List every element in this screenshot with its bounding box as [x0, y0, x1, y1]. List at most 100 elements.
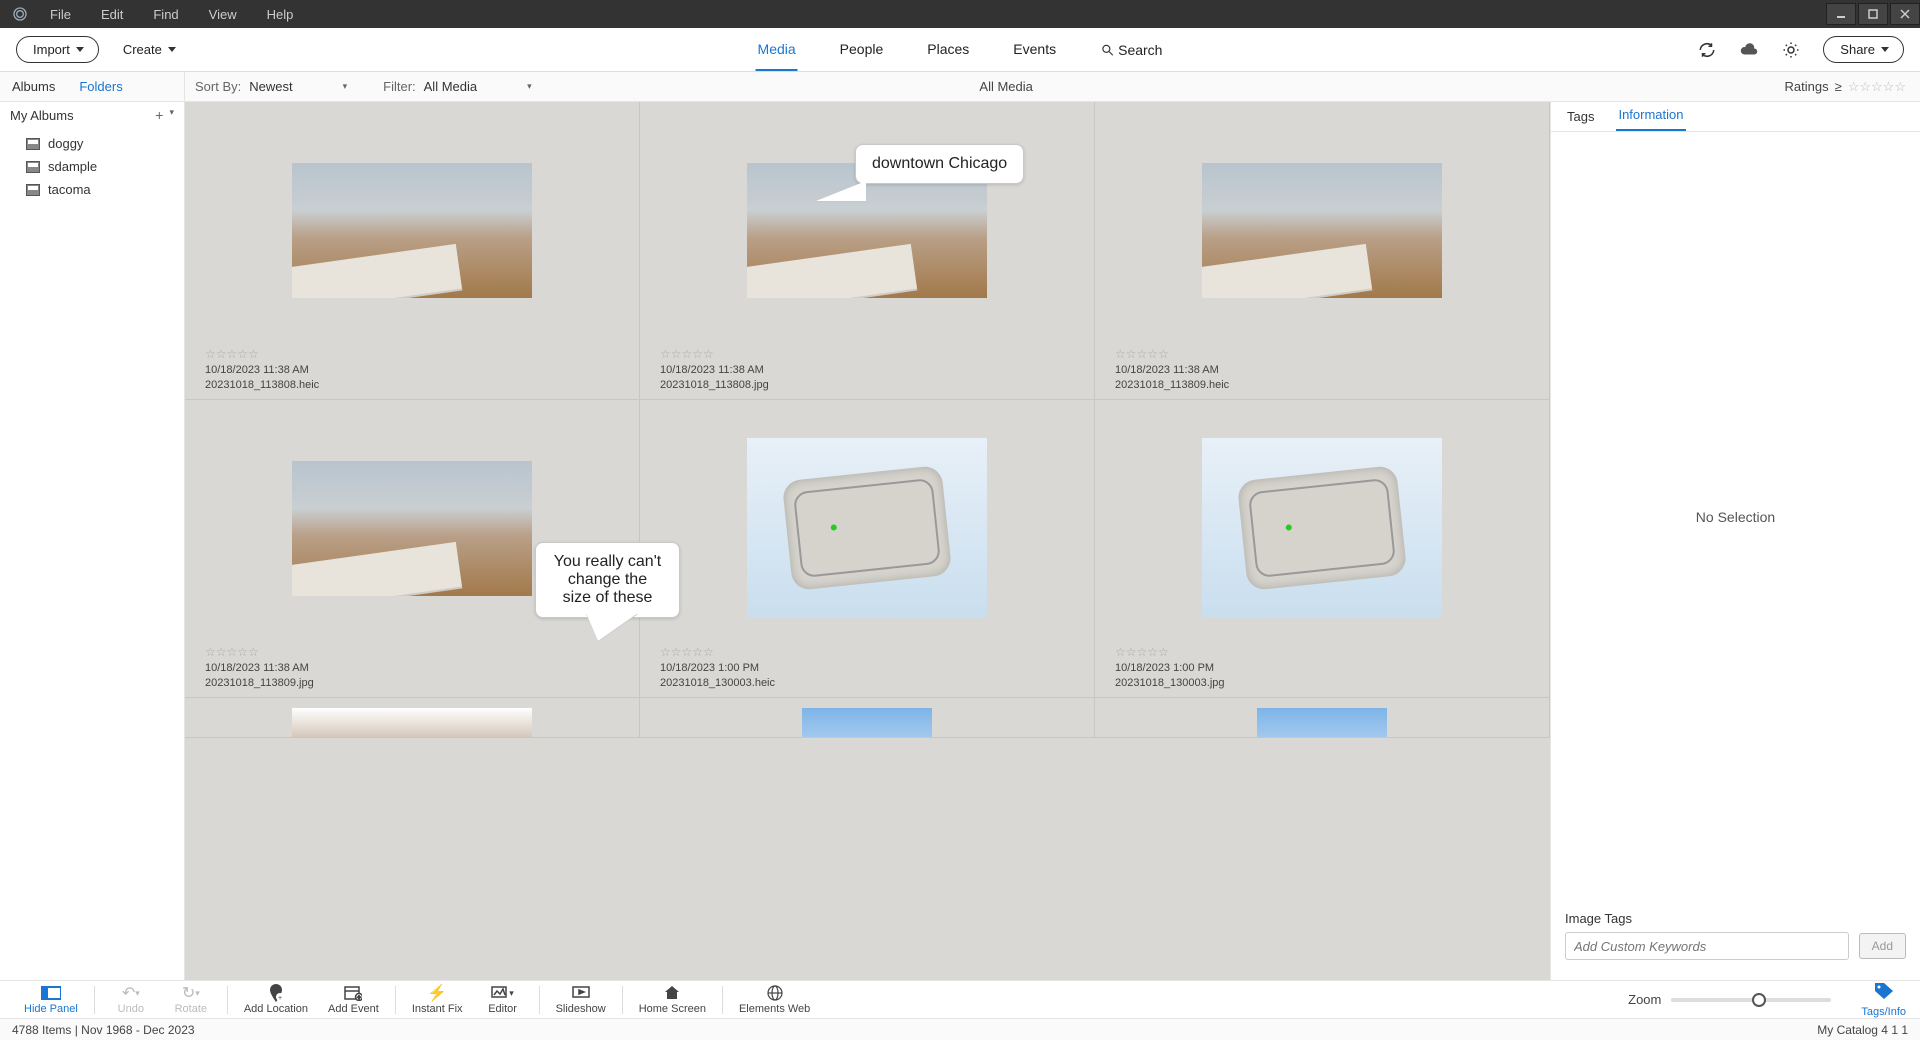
elements-web-button[interactable]: Elements Web [729, 984, 820, 1015]
thumbnail[interactable] [292, 708, 532, 738]
editor-icon: ▾ [491, 984, 514, 1002]
thumbnail[interactable] [1257, 708, 1387, 738]
slideshow-button[interactable]: Slideshow [546, 984, 616, 1015]
media-cell[interactable] [185, 698, 640, 738]
editor-button[interactable]: ▾ Editor [473, 984, 533, 1015]
media-date: 10/18/2023 1:00 PM [1115, 661, 1529, 676]
filter-select[interactable]: All Media ▾ [424, 79, 532, 94]
status-left: 4788 Items | Nov 1968 - Dec 2023 [12, 1023, 195, 1037]
chevron-down-icon [1881, 47, 1889, 52]
thumbnail[interactable] [747, 438, 987, 618]
media-cell[interactable]: ☆☆☆☆☆ 10/18/2023 11:38 AM 20231018_11380… [185, 102, 640, 400]
rotate-button[interactable]: ↻▾ Rotate [161, 984, 221, 1015]
search-icon [1100, 43, 1114, 57]
tab-events[interactable]: Events [1011, 29, 1058, 71]
brightness-icon[interactable] [1781, 40, 1801, 60]
rating-stars[interactable]: ☆☆☆☆☆ [660, 644, 1074, 660]
dock-label: Home Screen [639, 1003, 706, 1015]
add-album-button[interactable]: + [155, 107, 163, 123]
cloud-icon[interactable] [1739, 40, 1759, 60]
album-icon [26, 184, 40, 196]
home-icon [664, 984, 680, 1002]
svg-text:+: + [278, 995, 282, 1002]
add-keyword-button[interactable]: Add [1859, 933, 1906, 959]
app-logo [0, 6, 40, 22]
albums-tab[interactable]: Albums [12, 79, 55, 94]
thumbnail[interactable] [292, 461, 532, 596]
sortby-select[interactable]: Newest ▾ [249, 79, 347, 94]
album-item[interactable]: tacoma [0, 178, 184, 201]
media-grid[interactable]: ☆☆☆☆☆ 10/18/2023 11:38 AM 20231018_11380… [185, 102, 1550, 980]
share-button[interactable]: Share [1823, 36, 1904, 63]
maximize-button[interactable] [1858, 3, 1888, 25]
media-cell[interactable]: ☆☆☆☆☆ 10/18/2023 1:00 PM 20231018_130003… [640, 400, 1095, 698]
chevron-down-icon: ▾ [343, 81, 348, 92]
menu-file[interactable]: File [50, 7, 71, 22]
rating-stars[interactable]: ☆☆☆☆☆ [660, 346, 1074, 362]
tab-media[interactable]: Media [756, 29, 798, 71]
panel-tab-information[interactable]: Information [1616, 101, 1685, 131]
dock-label: Rotate [175, 1003, 207, 1015]
sidebar: My Albums + ▾ doggy sdample tacoma [0, 102, 185, 980]
thumbnail[interactable] [1202, 438, 1442, 618]
thumbnail[interactable] [1202, 163, 1442, 298]
album-item[interactable]: sdample [0, 155, 184, 178]
tag-icon [1874, 982, 1894, 1005]
chevron-down-icon [76, 47, 84, 52]
media-cell[interactable] [1095, 698, 1550, 738]
media-cell[interactable] [640, 698, 1095, 738]
dock-label: Editor [488, 1003, 517, 1015]
add-location-button[interactable]: + Add Location [234, 984, 318, 1015]
menu-help[interactable]: Help [267, 7, 294, 22]
media-filename: 20231018_130003.jpg [1115, 676, 1529, 691]
close-button[interactable] [1890, 3, 1920, 25]
my-albums-label: My Albums [10, 108, 74, 123]
tab-people[interactable]: People [838, 29, 886, 71]
zoom-slider-knob[interactable] [1752, 993, 1766, 1007]
tab-search[interactable]: Search [1098, 29, 1164, 71]
dock-label: Add Event [328, 1003, 379, 1015]
keywords-input[interactable] [1565, 932, 1849, 960]
thumbnail[interactable] [292, 163, 532, 298]
menu-find[interactable]: Find [153, 7, 178, 22]
media-cell[interactable]: ☆☆☆☆☆ 10/18/2023 1:00 PM 20231018_130003… [1095, 400, 1550, 698]
tab-places[interactable]: Places [925, 29, 971, 71]
media-cell[interactable]: ☆☆☆☆☆ 10/18/2023 11:38 AM 20231018_11380… [1095, 102, 1550, 400]
rating-stars[interactable]: ☆☆☆☆☆ [205, 346, 619, 362]
thumbnail[interactable] [802, 708, 932, 738]
rating-stars[interactable]: ☆☆☆☆☆ [1115, 644, 1529, 660]
menu-view[interactable]: View [209, 7, 237, 22]
zoom-slider[interactable] [1671, 998, 1831, 1002]
instant-fix-button[interactable]: ⚡ Instant Fix [402, 984, 473, 1015]
annotation-callout: You really can't change the size of thes… [535, 542, 680, 618]
media-date: 10/18/2023 1:00 PM [660, 661, 1074, 676]
sidebar-heading: My Albums + ▾ [0, 102, 184, 128]
dock-label: Slideshow [556, 1003, 606, 1015]
import-button[interactable]: Import [16, 36, 99, 63]
album-item[interactable]: doggy [0, 132, 184, 155]
dock-label: Hide Panel [24, 1003, 78, 1015]
rating-stars[interactable]: ☆☆☆☆☆ [1115, 346, 1529, 362]
folders-tab[interactable]: Folders [79, 79, 122, 94]
add-event-button[interactable]: + Add Event [318, 984, 389, 1015]
status-bar: 4788 Items | Nov 1968 - Dec 2023 My Cata… [0, 1018, 1920, 1040]
main-area: My Albums + ▾ doggy sdample tacoma ☆☆☆☆☆… [0, 102, 1920, 980]
undo-button[interactable]: ↶▾ Undo [101, 984, 161, 1015]
menu-edit[interactable]: Edit [101, 7, 123, 22]
filter-label: Filter: [383, 79, 416, 94]
create-label: Create [123, 42, 162, 57]
album-menu-button[interactable]: ▾ [169, 107, 174, 123]
rating-stars[interactable]: ☆☆☆☆☆ [205, 644, 619, 660]
ratings-filter[interactable]: Ratings ≥ ☆☆☆☆☆ [1785, 79, 1920, 95]
nav-tabs: Media People Places Events Search [756, 29, 1165, 71]
tags-info-button[interactable]: Tags/Info [1861, 982, 1906, 1018]
panel-tab-tags[interactable]: Tags [1565, 103, 1596, 131]
create-button[interactable]: Create [123, 42, 176, 57]
refresh-icon[interactable] [1697, 40, 1717, 60]
media-date: 10/18/2023 11:38 AM [205, 363, 619, 378]
home-screen-button[interactable]: Home Screen [629, 984, 716, 1015]
hide-panel-button[interactable]: Hide Panel [14, 984, 88, 1015]
dock-label: Instant Fix [412, 1003, 463, 1015]
filter-value: All Media [424, 79, 477, 94]
minimize-button[interactable] [1826, 3, 1856, 25]
